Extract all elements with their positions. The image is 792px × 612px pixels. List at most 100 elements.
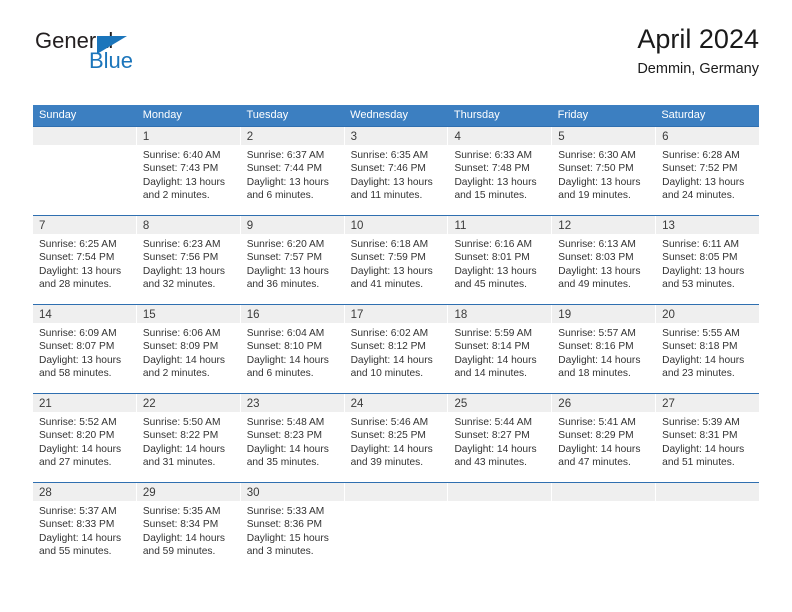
day-cell-4[interactable]: 4 Sunrise: 6:33 AM Sunset: 7:48 PM Daylight… <box>448 127 553 215</box>
calendar-body: 1 Sunrise: 6:40 AM Sunset: 7:43 PM Daylight… <box>33 126 760 576</box>
day-cell-21[interactable]: 21 Sunrise: 5:52 AM Sunset: 8:20 PM Dayligh… <box>33 394 137 482</box>
day-detail-line: Sunrise: 5:41 AM <box>558 417 636 428</box>
day-cell-24[interactable]: 24 Sunrise: 5:46 AM Sunset: 8:25 PM Dayligh… <box>344 394 449 482</box>
day-number: 26 <box>558 398 572 410</box>
day-cell-empty <box>33 127 137 215</box>
day-number-band: 30 <box>240 483 344 501</box>
day-detail-line: and 2 minutes. <box>142 190 210 202</box>
day-cell-19[interactable]: 19 Sunrise: 5:57 AM Sunset: 8:16 PM Dayligh… <box>552 305 657 393</box>
day-cell-11[interactable]: 11 Sunrise: 6:16 AM Sunset: 8:01 PM Dayligh… <box>448 216 553 304</box>
day-detail-line: Sunrise: 6:23 AM <box>142 239 221 250</box>
day-detail-line: Daylight: 14 hours <box>246 354 329 366</box>
day-cell-8[interactable]: 8 Sunrise: 6:23 AM Sunset: 7:56 PM Daylight… <box>136 216 241 304</box>
day-number-band: 14 <box>33 305 136 323</box>
day-cell-1[interactable]: 1 Sunrise: 6:40 AM Sunset: 7:43 PM Daylight… <box>136 127 241 215</box>
day-details <box>656 501 759 505</box>
day-detail-line: Sunrise: 5:55 AM <box>662 328 740 339</box>
day-number: 7 <box>39 220 46 232</box>
week-row: 14 Sunrise: 6:09 AM Sunset: 8:07 PM Dayligh… <box>33 304 760 393</box>
day-detail-line: Daylight: 14 hours <box>454 354 537 366</box>
day-cell-7[interactable]: 7 Sunrise: 6:25 AM Sunset: 7:54 PM Daylight… <box>33 216 137 304</box>
day-number-band <box>656 483 760 501</box>
day-cell-6[interactable]: 6 Sunrise: 6:28 AM Sunset: 7:52 PM Daylight… <box>656 127 760 215</box>
day-cell-18[interactable]: 18 Sunrise: 5:59 AM Sunset: 8:14 PM Dayligh… <box>448 305 553 393</box>
day-cell-5[interactable]: 5 Sunrise: 6:30 AM Sunset: 7:50 PM Daylight… <box>552 127 657 215</box>
day-details: Sunrise: 5:48 AM Sunset: 8:23 PM Daylight:… <box>241 412 344 470</box>
day-cell-20[interactable]: 20 Sunrise: 5:55 AM Sunset: 8:18 PM Dayligh… <box>656 305 760 393</box>
day-details <box>33 145 136 149</box>
day-number-band: 16 <box>240 305 344 323</box>
day-detail-line: and 2 minutes. <box>142 368 210 380</box>
day-cell-30[interactable]: 30 Sunrise: 5:33 AM Sunset: 8:36 PM Dayligh… <box>240 483 345 576</box>
day-number: 18 <box>454 309 468 321</box>
general-blue-logo[interactable]: General Blue <box>33 30 233 86</box>
day-number: 8 <box>142 220 150 232</box>
day-cell-17[interactable]: 17 Sunrise: 6:02 AM Sunset: 8:12 PM Dayligh… <box>344 305 449 393</box>
day-details: Sunrise: 5:35 AM Sunset: 8:34 PM Daylight:… <box>137 501 240 559</box>
weekday-header-monday: Monday <box>142 109 182 121</box>
day-detail-line: and 14 minutes. <box>454 368 527 380</box>
day-number-band: 24 <box>344 394 448 412</box>
day-detail-line: and 28 minutes. <box>39 279 112 291</box>
day-detail-line: and 49 minutes. <box>558 279 631 291</box>
day-cell-26[interactable]: 26 Sunrise: 5:41 AM Sunset: 8:29 PM Dayligh… <box>552 394 657 482</box>
day-cell-14[interactable]: 14 Sunrise: 6:09 AM Sunset: 8:07 PM Dayligh… <box>33 305 137 393</box>
day-detail-line: Daylight: 13 hours <box>350 176 433 188</box>
day-cell-10[interactable]: 10 Sunrise: 6:18 AM Sunset: 7:59 PM Dayligh… <box>344 216 449 304</box>
day-number: 20 <box>662 309 675 321</box>
day-detail-line: Sunrise: 6:33 AM <box>454 150 533 161</box>
day-cell-12[interactable]: 12 Sunrise: 6:13 AM Sunset: 8:03 PM Dayligh… <box>552 216 657 304</box>
day-detail-line: and 3 minutes. <box>246 546 314 558</box>
day-cell-9[interactable]: 9 Sunrise: 6:20 AM Sunset: 7:57 PM Daylight… <box>240 216 345 304</box>
day-cell-16[interactable]: 16 Sunrise: 6:04 AM Sunset: 8:10 PM Dayligh… <box>240 305 345 393</box>
day-details: Sunrise: 5:46 AM Sunset: 8:25 PM Daylight:… <box>345 412 448 470</box>
day-cell-15[interactable]: 15 Sunrise: 6:06 AM Sunset: 8:09 PM Dayligh… <box>136 305 241 393</box>
day-detail-line: Sunset: 8:36 PM <box>246 519 323 531</box>
day-cell-22[interactable]: 22 Sunrise: 5:50 AM Sunset: 8:22 PM Dayligh… <box>136 394 241 482</box>
day-detail-line: Sunset: 8:29 PM <box>558 430 634 442</box>
day-number-band: 5 <box>552 127 656 145</box>
day-cell-2[interactable]: 2 Sunrise: 6:37 AM Sunset: 7:44 PM Daylight… <box>240 127 345 215</box>
day-detail-line: Daylight: 14 hours <box>39 443 122 455</box>
day-detail-line: Daylight: 13 hours <box>39 354 122 366</box>
day-detail-line: and 10 minutes. <box>350 368 424 380</box>
day-cell-29[interactable]: 29 Sunrise: 5:35 AM Sunset: 8:34 PM Dayligh… <box>136 483 241 576</box>
day-detail-line: and 55 minutes. <box>39 546 112 558</box>
day-cell-23[interactable]: 23 Sunrise: 5:48 AM Sunset: 8:23 PM Dayligh… <box>240 394 345 482</box>
day-number-band <box>33 127 136 145</box>
day-number-band: 26 <box>552 394 656 412</box>
day-details: Sunrise: 6:06 AM Sunset: 8:09 PM Daylight:… <box>137 323 240 381</box>
day-detail-line: and 27 minutes. <box>39 457 112 469</box>
day-detail-line: Sunset: 8:25 PM <box>350 430 426 442</box>
day-detail-line: Sunset: 7:52 PM <box>662 163 738 175</box>
day-cell-27[interactable]: 27 Sunrise: 5:39 AM Sunset: 8:31 PM Dayligh… <box>656 394 760 482</box>
day-detail-line: Sunset: 7:54 PM <box>39 252 115 264</box>
day-detail-line: Sunset: 8:18 PM <box>662 341 738 353</box>
day-detail-line: Sunrise: 6:06 AM <box>142 328 221 339</box>
day-number: 22 <box>142 398 156 410</box>
day-cell-28[interactable]: 28 Sunrise: 5:37 AM Sunset: 8:33 PM Dayligh… <box>33 483 137 576</box>
day-details: Sunrise: 5:37 AM Sunset: 8:33 PM Daylight:… <box>33 501 136 559</box>
calendar-grid: Sunday Monday Tuesday Wednesday Thursday Frid… <box>33 105 760 576</box>
day-number-band: 28 <box>33 483 136 501</box>
page-header: General Blue April 2024 Demmin, Germany <box>33 22 759 98</box>
day-details: Sunrise: 6:18 AM Sunset: 7:59 PM Daylight:… <box>345 234 448 292</box>
day-detail-line: Sunrise: 5:50 AM <box>142 417 221 428</box>
day-cell-13[interactable]: 13 Sunrise: 6:11 AM Sunset: 8:05 PM Dayligh… <box>656 216 760 304</box>
day-detail-line: Sunset: 8:10 PM <box>246 341 323 353</box>
week-row: 21 Sunrise: 5:52 AM Sunset: 8:20 PM Dayligh… <box>33 393 760 482</box>
day-cell-3[interactable]: 3 Sunrise: 6:35 AM Sunset: 7:46 PM Daylight… <box>344 127 449 215</box>
day-details: Sunrise: 5:52 AM Sunset: 8:20 PM Daylight:… <box>33 412 136 470</box>
day-cell-empty <box>656 483 760 576</box>
day-cell-25[interactable]: 25 Sunrise: 5:44 AM Sunset: 8:27 PM Dayligh… <box>448 394 553 482</box>
day-number-band: 6 <box>656 127 760 145</box>
day-number-band <box>448 483 552 501</box>
day-detail-line: Sunrise: 5:48 AM <box>246 417 325 428</box>
day-detail-line: Daylight: 14 hours <box>662 354 745 366</box>
day-details <box>552 501 655 505</box>
day-detail-line: and 51 minutes. <box>662 457 735 469</box>
day-detail-line: and 31 minutes. <box>142 457 216 469</box>
day-detail-line: Daylight: 13 hours <box>454 265 537 277</box>
day-number: 29 <box>142 487 156 499</box>
calendar-page: General Blue April 2024 Demmin, Germany … <box>0 0 792 612</box>
